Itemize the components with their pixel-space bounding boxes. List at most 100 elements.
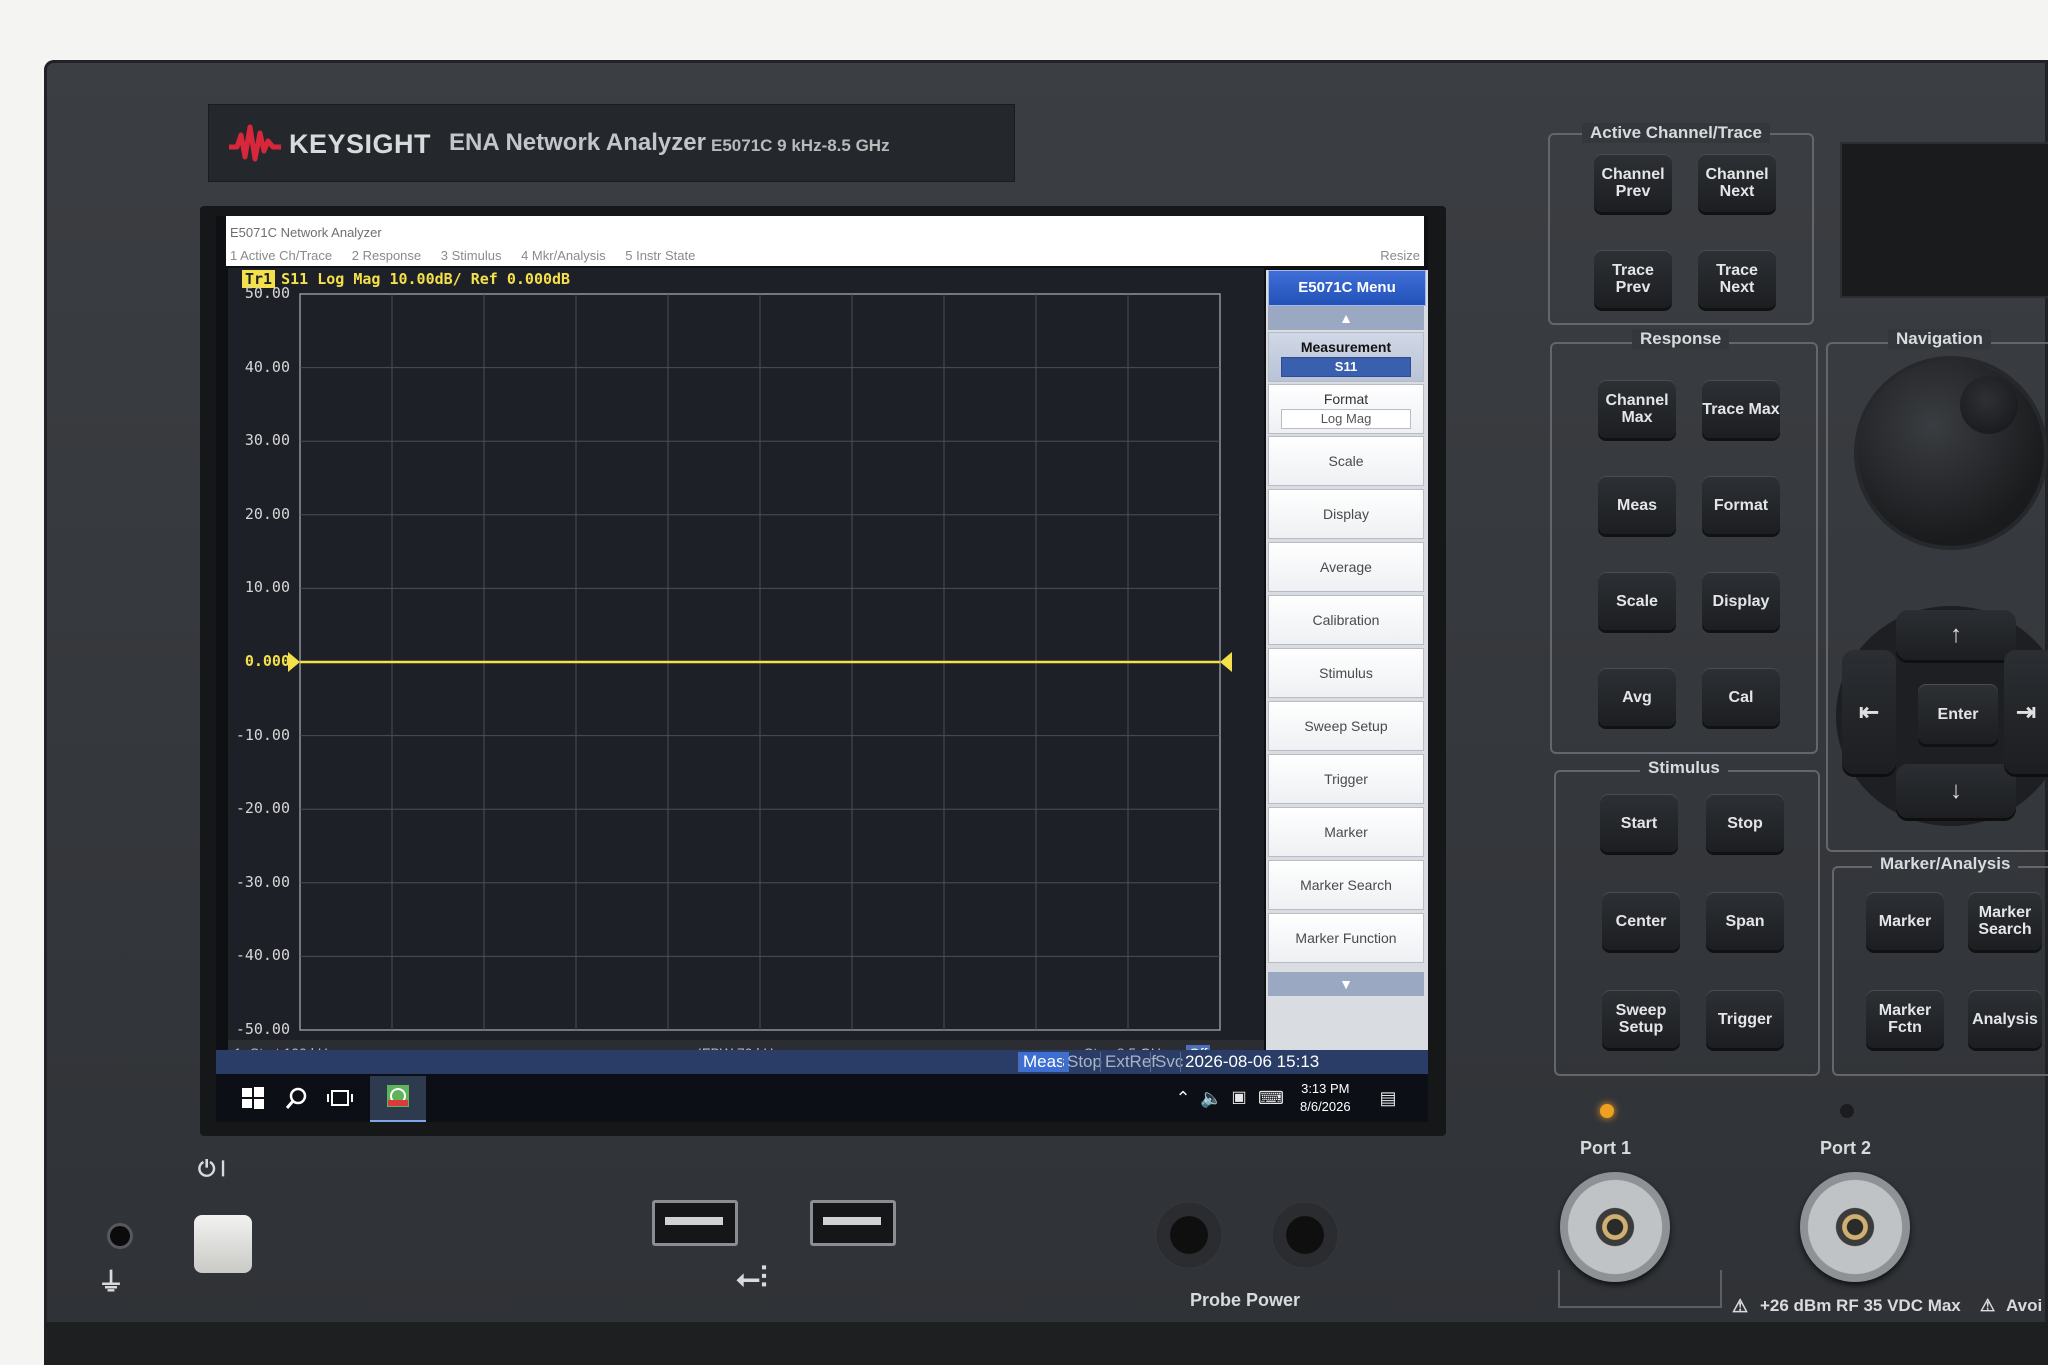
enter-key[interactable]: Enter [1918, 684, 1998, 744]
task-view-icon[interactable] [326, 1084, 354, 1112]
usb-port-1[interactable] [652, 1200, 738, 1246]
down-arrow-key[interactable]: ↓ [1896, 764, 2016, 818]
menu-active-ch-trace[interactable]: 1 Active Ch/Trace [230, 248, 332, 263]
marker-key[interactable]: Marker [1866, 892, 1944, 950]
analysis-key[interactable]: Analysis [1968, 990, 2042, 1048]
brand-plate: KEYSIGHT ENA Network Analyzer E5071C 9 k… [208, 104, 1015, 182]
center-key[interactable]: Center [1602, 892, 1680, 950]
network-icon[interactable]: ▣ [1228, 1084, 1250, 1112]
y-tick-label: -30.00 [235, 872, 290, 891]
scale-key[interactable]: Scale [1598, 572, 1676, 630]
format-key[interactable]: Format [1702, 476, 1780, 534]
instrument-status-bar: Meas Stop ExtRef Svc 2026-08-06 15:13 [216, 1050, 1428, 1074]
label-response: Response [1632, 329, 1730, 349]
softkey-measurement[interactable]: Measurement S11 [1268, 332, 1424, 382]
arrow-right-tab-icon: ⇥ [2015, 698, 2037, 726]
knob-dimple [1960, 376, 2018, 434]
trace-header-text: S11 Log Mag 10.00dB/ Ref 0.000dB [281, 270, 571, 288]
y-tick-label: 20.00 [244, 504, 290, 523]
marker-search-key[interactable]: Marker Search [1968, 892, 2042, 950]
notification-icon[interactable]: ▤ [1376, 1084, 1400, 1112]
softkey-marker[interactable]: Marker [1268, 807, 1424, 857]
menu-bar: 1 Active Ch/Trace 2 Response 3 Stimulus … [230, 248, 711, 263]
trigger-key[interactable]: Trigger [1706, 990, 1784, 1048]
sweep-setup-key[interactable]: Sweep Setup [1602, 990, 1680, 1048]
windows-start-icon[interactable] [240, 1084, 266, 1112]
softkey-measurement-label: Measurement [1300, 339, 1392, 355]
softkey-sweep-setup[interactable]: Sweep Setup [1268, 701, 1424, 751]
softkey-trigger[interactable]: Trigger [1268, 754, 1424, 804]
trace-prev-key[interactable]: Trace Prev [1594, 250, 1672, 308]
bezel-base [44, 1322, 2048, 1365]
port2-label: Port 2 [1820, 1138, 1872, 1158]
avoid-text: Avoi [2006, 1296, 2043, 1315]
trace-next-key[interactable]: Trace Next [1698, 250, 1776, 308]
channel-max-key[interactable]: Channel Max [1598, 380, 1676, 438]
chevron-down-icon: ▼ [1339, 976, 1353, 992]
chevron-up-tray-icon[interactable]: ⌃ [1174, 1084, 1192, 1112]
analyzer-app-taskbar-button[interactable] [370, 1076, 426, 1122]
rotary-knob[interactable] [1858, 360, 2044, 546]
softkey-display[interactable]: Display [1268, 489, 1424, 539]
search-icon[interactable] [284, 1084, 310, 1112]
softkey-format-value: Log Mag [1281, 409, 1411, 429]
speaker-icon[interactable]: 🔈 [1200, 1084, 1222, 1112]
analyzer-app-icon [387, 1085, 409, 1107]
right-arrow-key[interactable]: ⇥ [2004, 650, 2048, 774]
ground-jack[interactable] [110, 1226, 130, 1246]
start-key[interactable]: Start [1600, 794, 1678, 852]
clock-date: 8/6/2026 [1300, 1099, 1351, 1114]
softkey-format[interactable]: Format Log Mag [1268, 384, 1424, 434]
stop-key[interactable]: Stop [1706, 794, 1784, 852]
softkey-scroll-up[interactable]: ▲ [1268, 306, 1424, 330]
y-tick-label: -10.00 [235, 725, 290, 744]
port2-connector[interactable] [1800, 1172, 1910, 1282]
softkey-stimulus[interactable]: Stimulus [1268, 648, 1424, 698]
softkey-menu-title[interactable]: E5071C Menu [1268, 270, 1426, 306]
warning-icon: ⚠ [1732, 1296, 1749, 1316]
up-arrow-key[interactable]: ↑ [1896, 610, 2016, 660]
softkey-marker-search[interactable]: Marker Search [1268, 860, 1424, 910]
display-key[interactable]: Display [1702, 572, 1780, 630]
marker-fctn-key[interactable]: Marker Fctn [1866, 990, 1944, 1048]
trace-max-key[interactable]: Trace Max [1702, 380, 1780, 438]
menu-response[interactable]: 2 Response [352, 248, 421, 263]
channel-next-key[interactable]: Channel Next [1698, 154, 1776, 212]
softkey-scroll-down[interactable]: ▼ [1268, 972, 1424, 996]
left-arrow-key[interactable]: ⇤ [1842, 650, 1896, 774]
menu-mkr-analysis[interactable]: 4 Mkr/Analysis [521, 248, 606, 263]
usb-port-2[interactable] [810, 1200, 896, 1246]
probe-power-jack-2[interactable] [1272, 1202, 1338, 1268]
trace-plot[interactable]: Tr1 S11 Log Mag 10.00dB/ Ref 0.000dB 50.0… [228, 268, 1264, 1068]
softkey-average[interactable]: Average [1268, 542, 1424, 592]
resize-button[interactable]: Resize [1380, 248, 1420, 263]
clock-time: 3:13 PM [1301, 1081, 1350, 1096]
channel-prev-key[interactable]: Channel Prev [1594, 154, 1672, 212]
keyboard-icon[interactable]: ⌨ [1256, 1084, 1286, 1112]
cal-key[interactable]: Cal [1702, 668, 1780, 726]
power-button[interactable] [194, 1215, 252, 1273]
y-tick-label: -20.00 [235, 799, 290, 818]
menu-stimulus[interactable]: 3 Stimulus [441, 248, 502, 263]
port1-connector[interactable] [1560, 1172, 1670, 1282]
taskbar-clock[interactable]: 3:13 PM 8/6/2026 [1300, 1080, 1351, 1116]
arrow-left-tab-icon: ⇤ [1858, 698, 1880, 726]
softkey-marker-function[interactable]: Marker Function [1268, 913, 1424, 963]
meas-key[interactable]: Meas [1598, 476, 1676, 534]
port1-label: Port 1 [1580, 1138, 1632, 1158]
softkey-calibration[interactable]: Calibration [1268, 595, 1424, 645]
y-tick-label: 30.00 [244, 431, 290, 450]
softkey-menu: E5071C Menu ▲ Measurement S11 Format Log… [1266, 270, 1428, 1050]
analyzer-screen: E5071C Network Analyzer 1 Active Ch/Trac… [216, 216, 1428, 1122]
avg-key[interactable]: Avg [1598, 668, 1676, 726]
port-rating: +26 dBm RF 35 VDC Max [1760, 1296, 1961, 1315]
arrow-down-icon: ↓ [1950, 777, 1962, 804]
power-standby-icon: ⏻ ❘ [198, 1156, 225, 1181]
y-tick-label: 0.000 [244, 652, 290, 670]
menu-instr-state[interactable]: 5 Instr State [625, 248, 695, 263]
softkey-scale[interactable]: Scale [1268, 436, 1424, 486]
port-bracket [1558, 1270, 1722, 1308]
span-key[interactable]: Span [1706, 892, 1784, 950]
softkey-measurement-value: S11 [1281, 357, 1411, 377]
probe-power-jack-1[interactable] [1156, 1202, 1222, 1268]
